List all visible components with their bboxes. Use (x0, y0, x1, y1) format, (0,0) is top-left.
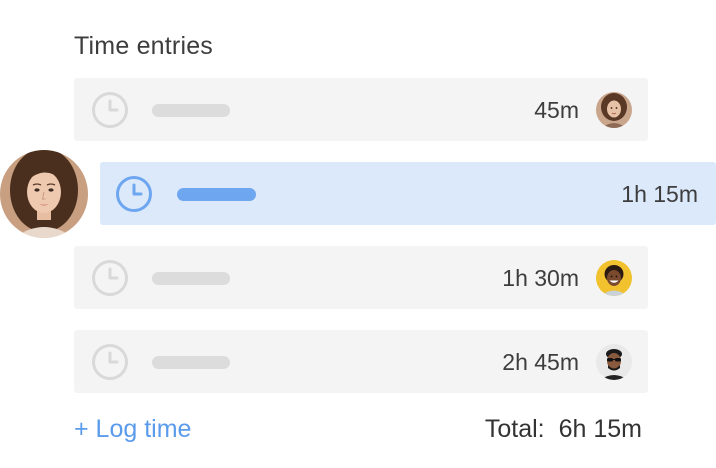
time-entry-row[interactable]: 2h 45m (74, 330, 648, 393)
total-value: 6h 15m (558, 415, 642, 443)
total-summary: Total: 6h 15m (485, 413, 642, 445)
entry-duration: 45m (534, 97, 579, 123)
page-title: Time entries (74, 32, 214, 60)
clock-icon (92, 92, 128, 128)
entry-duration: 1h 30m (502, 265, 579, 291)
entry-duration: 2h 45m (502, 349, 579, 375)
entry-duration: 1h 15m (621, 181, 698, 207)
log-time-link[interactable]: + Log time (74, 413, 191, 445)
description-placeholder (152, 356, 230, 369)
clock-icon (92, 344, 128, 380)
user-avatar (596, 260, 632, 296)
time-entry-row[interactable]: 45m (74, 78, 648, 141)
time-entry-row[interactable]: 1h 30m (74, 246, 648, 309)
selected-user-avatar (0, 150, 88, 238)
description-placeholder (152, 104, 230, 117)
user-avatar (596, 92, 632, 128)
clock-icon (116, 176, 152, 212)
user-avatar (596, 344, 632, 380)
description-placeholder (177, 188, 256, 201)
description-placeholder (152, 272, 230, 285)
clock-icon (92, 260, 128, 296)
total-label: Total: (484, 415, 545, 443)
time-entry-row-selected[interactable]: 1h 15m (100, 162, 716, 225)
